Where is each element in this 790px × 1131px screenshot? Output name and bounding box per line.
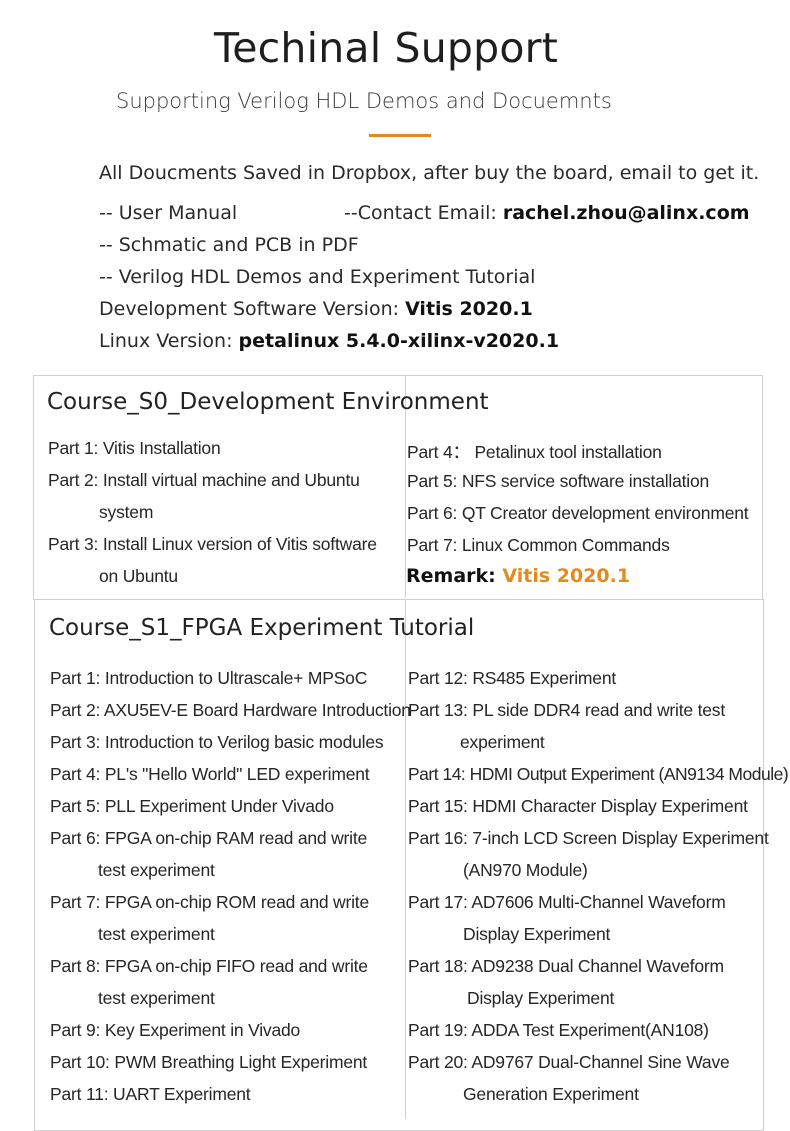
s1-part-7-cont: test experiment xyxy=(98,924,215,944)
s1-part-9: Part 9: Key Experiment in Vivado xyxy=(50,1020,301,1040)
course-s1-title: Course_S1_FPGA Experiment Tutorial xyxy=(49,615,475,641)
s1-part-8: Part 8: FPGA on-chip FIFO read and write xyxy=(50,956,368,976)
contact-email-value: rachel.zhou@alinx.com xyxy=(502,202,750,224)
s1-part-12: Part 12: RS485 Experiment xyxy=(408,668,617,688)
s1-part-18: Part 18: AD9238 Dual Channel Waveform xyxy=(408,956,724,976)
s1-part-15: Part 15: HDMI Character Display Experime… xyxy=(408,796,748,816)
s1-part-4: Part 4: PL's "Hello World" LED experimen… xyxy=(50,764,370,784)
title-divider xyxy=(369,134,431,137)
s0-part-2-cont: system xyxy=(99,502,154,522)
s0-part-4: Part 4： Petalinux tool installation xyxy=(407,442,662,462)
user-manual-item: -- User Manual xyxy=(99,202,238,224)
s1-part-17: Part 17: AD7606 Multi-Channel Waveform xyxy=(408,892,726,912)
s1-part-13: Part 13: PL side DDR4 read and write tes… xyxy=(408,700,726,720)
s1-part-6: Part 6: FPGA on-chip RAM read and write xyxy=(50,828,368,848)
remark-label: Remark: xyxy=(406,565,503,587)
s1-part-2: Part 2: AXU5EV-E Board Hardware Introduc… xyxy=(50,700,411,720)
linux-version-label: Linux Version: xyxy=(99,330,239,352)
linux-version-value: petalinux 5.4.0-xilinx-v2020.1 xyxy=(238,330,560,352)
dev-software-version: Development Software Version: Vitis 2020… xyxy=(99,298,533,320)
contact-email-label: --Contact Email: xyxy=(344,202,503,224)
dropbox-note: All Doucments Saved in Dropbox, after bu… xyxy=(99,162,760,184)
s0-part-3-cont: on Ubuntu xyxy=(99,566,178,586)
course-s1-divider xyxy=(405,600,406,1119)
s1-part-1: Part 1: Introduction to Ultrascale+ MPSo… xyxy=(50,668,368,688)
s0-remark: Remark: Vitis 2020.1 xyxy=(406,565,630,587)
s1-part-16: Part 16: 7-inch LCD Screen Display Exper… xyxy=(408,828,769,848)
s1-part-6-cont: test experiment xyxy=(98,860,215,880)
s1-part-16-cont: (AN970 Module) xyxy=(463,860,588,880)
s1-part-17-cont: Display Experiment xyxy=(463,924,611,944)
s1-part-18-cont: Display Experiment xyxy=(467,988,615,1008)
s0-part-2: Part 2: Install virtual machine and Ubun… xyxy=(48,470,360,490)
s1-part-14: Part 14: HDMI Output Experiment (AN9134 … xyxy=(408,764,789,784)
s1-part-5: Part 5: PLL Experiment Under Vivado xyxy=(50,796,334,816)
s0-part-3: Part 3: Install Linux version of Vitis s… xyxy=(48,534,377,554)
s0-part-1: Part 1: Vitis Installation xyxy=(48,438,221,458)
s1-part-20-cont: Generation Experiment xyxy=(463,1084,639,1104)
course-s0-title: Course_S0_Development Environment xyxy=(47,389,489,415)
dev-software-label: Development Software Version: xyxy=(99,298,406,320)
s1-part-11: Part 11: UART Experiment xyxy=(50,1084,251,1104)
page-title: Techinal Support xyxy=(213,24,559,72)
s1-part-13-cont: experiment xyxy=(460,732,545,752)
remark-value: Vitis 2020.1 xyxy=(502,565,631,587)
demos-item: -- Verilog HDL Demos and Experiment Tuto… xyxy=(99,266,536,288)
s1-part-19: Part 19: ADDA Test Experiment(AN108) xyxy=(408,1020,709,1040)
schematic-item: -- Schmatic and PCB in PDF xyxy=(99,234,359,256)
linux-version: Linux Version: petalinux 5.4.0-xilinx-v2… xyxy=(99,330,559,352)
s1-part-10: Part 10: PWM Breathing Light Experiment xyxy=(50,1052,368,1072)
page-subtitle: Supporting Verilog HDL Demos and Docuemn… xyxy=(116,89,612,113)
s1-part-7: Part 7: FPGA on-chip ROM read and write xyxy=(50,892,370,912)
s0-part-5: Part 5: NFS service software installatio… xyxy=(407,471,710,491)
s0-part-6: Part 6: QT Creator development environme… xyxy=(407,503,749,523)
dev-software-value: Vitis 2020.1 xyxy=(405,298,533,320)
s0-part-7: Part 7: Linux Common Commands xyxy=(407,535,670,555)
contact-email-line: --Contact Email: rachel.zhou@alinx.com xyxy=(344,202,750,224)
s1-part-3: Part 3: Introduction to Verilog basic mo… xyxy=(50,732,384,752)
s1-part-8-cont: test experiment xyxy=(98,988,215,1008)
s1-part-20: Part 20: AD9767 Dual-Channel Sine Wave xyxy=(408,1052,730,1072)
